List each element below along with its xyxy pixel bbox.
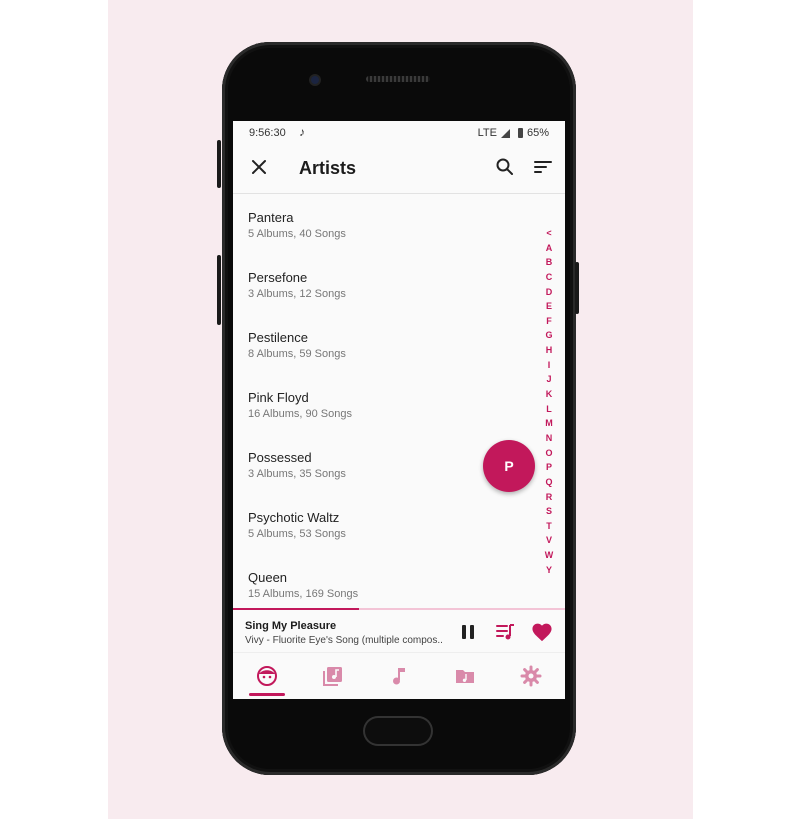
artist-list-item[interactable]: Persefone 3 Albums, 12 Songs [233,254,523,314]
scroller-letter[interactable]: Q [542,475,556,490]
artist-name: Pink Floyd [248,390,309,405]
selected-tab-indicator [249,693,285,696]
phone-side-button [217,140,221,188]
front-camera [311,76,319,84]
artist-list: Pantera 5 Albums, 40 Songs Persefone 3 A… [233,194,565,608]
music-note-icon[interactable] [388,665,410,687]
artist-list-item[interactable]: Possessed 3 Albums, 35 Songs [233,434,523,494]
now-playing-subtitle: Vivy - Fluorite Eye's Song (multiple com… [245,635,443,646]
artist-list-item[interactable]: Pantera 5 Albums, 40 Songs [233,194,523,254]
scroller-letter[interactable]: Y [542,563,556,578]
artist-face-icon[interactable] [256,665,278,687]
scroller-letter[interactable]: J [542,372,556,387]
artist-meta: 3 Albums, 12 Songs [248,288,346,300]
app-bar: Artists [233,143,565,194]
artist-name: Possessed [248,450,312,465]
search-icon[interactable] [495,157,515,177]
scroller-letter[interactable]: P [542,460,556,475]
status-time: 9:56:30 [249,127,286,139]
phone-power-button [575,262,579,314]
heart-icon[interactable] [531,622,553,642]
artist-list-item[interactable]: Psychotic Waltz 5 Albums, 53 Songs [233,494,523,554]
pause-icon[interactable] [459,623,477,641]
scroller-letter[interactable]: A [542,241,556,256]
status-bar: 9:56:30 ♪ LTE 65% [233,121,565,143]
close-icon[interactable] [249,157,269,177]
scroller-letter[interactable]: G [542,328,556,343]
scroller-letter[interactable]: < [542,226,556,241]
battery-icon [517,128,523,138]
scroller-letter[interactable]: M [542,416,556,431]
earpiece-speaker [366,76,430,82]
scroller-letter[interactable]: K [542,387,556,402]
album-icon[interactable] [322,665,344,687]
settings-gear-icon[interactable] [520,665,542,687]
artist-meta: 16 Albums, 90 Songs [248,408,352,420]
scroller-letter[interactable]: I [542,358,556,373]
status-indicators: LTE 65% [478,127,549,139]
scroller-letter[interactable]: H [542,343,556,358]
scroller-letter[interactable]: E [542,299,556,314]
artist-name: Queen [248,570,288,585]
home-button[interactable] [363,716,433,746]
network-type: LTE [477,127,497,139]
scroller-letter[interactable]: L [542,402,556,417]
artist-meta: 5 Albums, 53 Songs [248,528,346,540]
scroller-letter[interactable]: S [542,504,556,519]
alphabet-fast-scroller[interactable]: < A B C D E F G H I J K L M N O P Q R S T V W Y [542,226,556,577]
fast-scroll-letter-bubble: P [483,440,535,492]
artist-name: Persefone [248,270,308,285]
artist-meta: 15 Albums, 169 Songs [248,588,359,600]
scroller-letter[interactable]: V [542,533,556,548]
phone-volume-button [217,255,221,325]
artist-name: Psychotic Waltz [248,510,340,525]
signal-icon [500,128,510,138]
artist-list-item[interactable]: Queen 15 Albums, 169 Songs [233,554,523,614]
scroller-letter[interactable]: N [542,431,556,446]
scroller-letter[interactable]: D [542,285,556,300]
sort-icon[interactable] [533,157,553,177]
artist-meta: 3 Albums, 35 Songs [248,468,346,480]
music-note-icon: ♪ [299,125,305,139]
scroller-letter[interactable]: W [542,548,556,563]
artist-name: Pestilence [248,330,308,345]
mini-player[interactable]: Sing My Pleasure Vivy - Fluorite Eye's S… [233,610,565,652]
scroller-letter[interactable]: T [542,519,556,534]
scroller-letter[interactable]: F [542,314,556,329]
artist-name: Pantera [248,210,294,225]
app-screen: 9:56:30 ♪ LTE 65% Artists Pantera 5 Albu… [233,121,565,699]
scroller-letter[interactable]: C [542,270,556,285]
scroller-letter[interactable]: B [542,255,556,270]
scroller-letter[interactable]: O [542,446,556,461]
bottom-navigation [233,652,565,699]
queue-music-icon[interactable] [495,622,515,642]
now-playing-title: Sing My Pleasure [245,620,337,632]
artist-meta: 8 Albums, 59 Songs [248,348,346,360]
artist-meta: 5 Albums, 40 Songs [248,228,346,240]
battery-level: 65% [526,127,549,139]
scroller-letter[interactable]: R [542,490,556,505]
folder-music-icon[interactable] [454,665,476,687]
page-title: Artists [299,158,357,178]
artist-list-item[interactable]: Pink Floyd 16 Albums, 90 Songs [233,374,523,434]
artist-list-item[interactable]: Pestilence 8 Albums, 59 Songs [233,314,523,374]
